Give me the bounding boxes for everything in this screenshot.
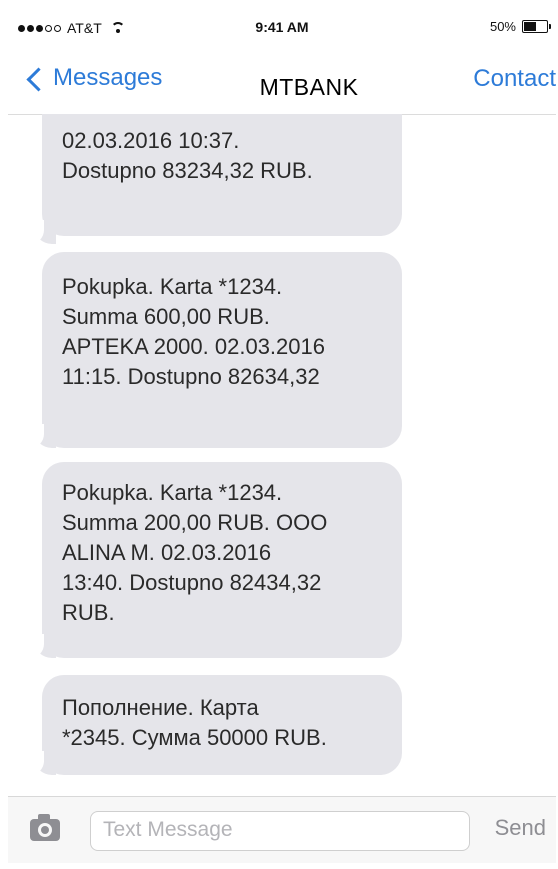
- back-button-label: Messages: [53, 64, 163, 91]
- message-line: 11:15. Dostupno 82634,32: [62, 364, 320, 389]
- message-line: Pokupka. Karta *1234.: [62, 274, 283, 299]
- battery-percent: 50%: [489, 19, 516, 34]
- bubble-tail: [24, 220, 56, 244]
- back-button[interactable]: Messages: [26, 64, 163, 92]
- message-bubble: Pokupka. Karta *1234. Summa 200,00 RUB. O…: [42, 462, 402, 658]
- message-line: *2345. Сумма 50000 RUB.: [62, 725, 327, 750]
- message-line: APTEKA 2000. 02.03.2016: [62, 334, 325, 359]
- battery-group: 50%: [489, 19, 551, 34]
- message-line: 02.03.2016 10:37.: [62, 128, 240, 153]
- message-bubble: Pokupka. Karta *1234. Summa 600,00 RUB. AP…: [42, 252, 402, 448]
- message-line: Summa 600,00 RUB.: [62, 304, 270, 329]
- bubble-tail: [24, 634, 56, 658]
- message-line: Summa 200,00 RUB. OOO: [62, 510, 328, 535]
- message-line: Pokupka. Karta *1234.: [62, 480, 283, 505]
- send-button[interactable]: Send: [495, 815, 546, 841]
- message-input-bar: Text Message Send: [8, 796, 556, 863]
- message-bubble: 02.03.2016 10:37. Dostupno 83234,32 RUB.: [42, 114, 402, 236]
- navigation-bar: Messages MTBANK Contact: [8, 50, 556, 115]
- message-line: ALINA M. 02.03.2016: [62, 540, 272, 565]
- contact-button[interactable]: Contact: [473, 65, 556, 93]
- message-line: 13:40. Dostupno 82434,32: [62, 570, 322, 595]
- battery-icon: [522, 20, 551, 33]
- status-bar: AT&T 9:41 AM 50%: [8, 6, 556, 50]
- bubble-tail: [24, 751, 56, 775]
- message-bubble: Пополнение. Карта *2345. Сумма 50000 RUB.: [42, 675, 402, 775]
- status-time: 9:41 AM: [255, 19, 309, 35]
- bubble-tail: [24, 424, 56, 448]
- camera-icon[interactable]: [30, 819, 60, 841]
- message-line: Пополнение. Карта: [62, 695, 259, 720]
- message-input[interactable]: Text Message: [90, 811, 470, 851]
- chevron-left-icon: [26, 66, 51, 92]
- message-line: RUB.: [62, 600, 115, 625]
- conversation-title: MTBANK: [209, 65, 409, 109]
- message-line: Dostupno 83234,32 RUB.: [62, 158, 313, 183]
- phone-screen: AT&T 9:41 AM 50% Messages MTBANK Contact…: [8, 6, 556, 863]
